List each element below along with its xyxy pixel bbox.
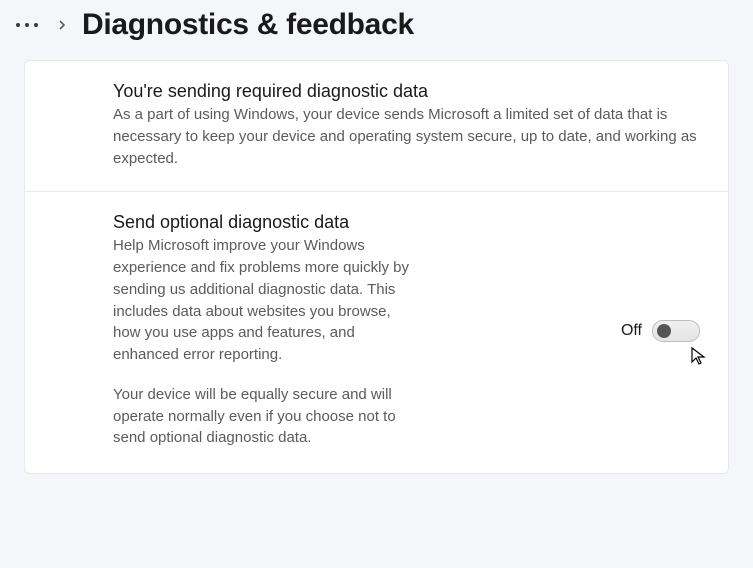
optional-desc: Help Microsoft improve your Windows expe… [113, 235, 413, 366]
chevron-right-icon [56, 19, 68, 31]
optional-toggle-group: Off [621, 320, 700, 342]
more-icon[interactable] [12, 19, 42, 31]
page-header: Diagnostics & feedback [0, 0, 753, 60]
optional-diagnostic-section: Send optional diagnostic data Help Micro… [25, 192, 728, 473]
content-area: You're sending required diagnostic data … [0, 60, 753, 474]
toggle-state-label: Off [621, 322, 642, 340]
optional-desc-2: Your device will be equally secure and w… [113, 384, 413, 449]
optional-diagnostic-toggle[interactable] [652, 320, 700, 342]
required-title: You're sending required diagnostic data [113, 81, 704, 102]
required-desc: As a part of using Windows, your device … [113, 104, 704, 169]
page-title: Diagnostics & feedback [82, 8, 414, 42]
cursor-icon [690, 346, 708, 371]
required-diagnostic-section: You're sending required diagnostic data … [25, 61, 728, 192]
optional-text: Send optional diagnostic data Help Micro… [113, 212, 413, 449]
settings-card: You're sending required diagnostic data … [24, 60, 729, 474]
optional-title: Send optional diagnostic data [113, 212, 413, 233]
toggle-knob [657, 324, 671, 338]
